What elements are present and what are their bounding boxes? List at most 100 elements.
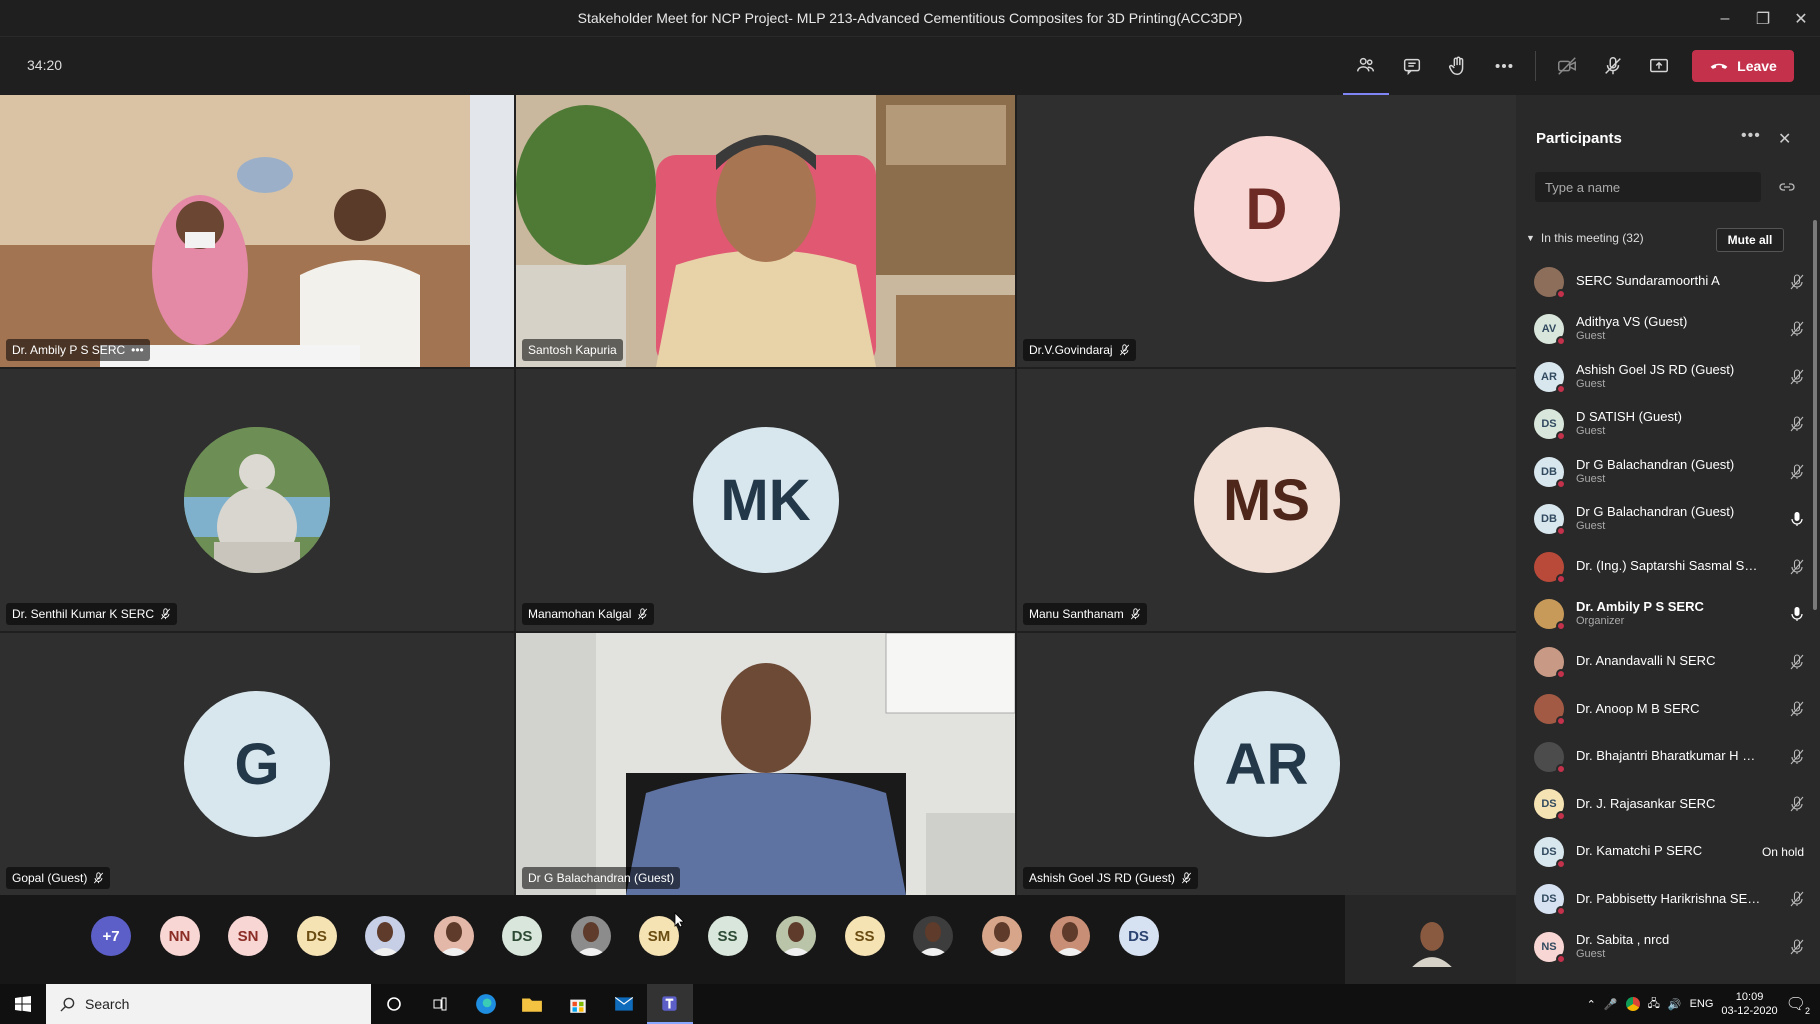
- participants-icon[interactable]: [1343, 37, 1389, 95]
- participant-status[interactable]: [1790, 369, 1804, 385]
- avatar-tile[interactable]: D Dr.V.Govindaraj: [1017, 95, 1516, 367]
- notification-icon[interactable]: 🗨 2: [1786, 994, 1810, 1016]
- participant-status[interactable]: [1790, 559, 1804, 575]
- participant-row[interactable]: AV Adithya VS (Guest) Guest: [1516, 306, 1816, 354]
- participant-status[interactable]: [1790, 464, 1804, 480]
- participant-row[interactable]: Dr. Bhajantri Bharatkumar H S...: [1516, 733, 1816, 781]
- share-screen-icon[interactable]: [1636, 37, 1682, 95]
- in-meeting-section[interactable]: ▼ In this meeting (32): [1526, 231, 1644, 245]
- participant-chip[interactable]: SS: [707, 916, 748, 956]
- participant-status[interactable]: On hold: [1762, 845, 1804, 859]
- participant-status[interactable]: [1790, 274, 1804, 290]
- participant-row[interactable]: SERC Sundaramoorthi A: [1516, 258, 1816, 306]
- participant-row[interactable]: Dr. (Ing.) Saptarshi Sasmal SE...: [1516, 543, 1816, 591]
- close-window-icon[interactable]: ✕: [1782, 0, 1820, 37]
- mic-off-icon[interactable]: [1590, 37, 1636, 95]
- participant-photo-chip[interactable]: [433, 916, 474, 956]
- participant-search-input[interactable]: [1535, 172, 1761, 202]
- panel-close-icon[interactable]: ✕: [1778, 129, 1791, 149]
- video-tile[interactable]: Santosh Kapuria: [516, 95, 1015, 367]
- mic-muted-icon: [1130, 608, 1140, 620]
- language-indicator[interactable]: ENG: [1690, 998, 1714, 1010]
- chat-icon[interactable]: [1389, 37, 1435, 95]
- teams-icon[interactable]: [647, 984, 693, 1024]
- avatar-initials: DS: [1541, 845, 1557, 858]
- raise-hand-icon[interactable]: [1435, 37, 1481, 95]
- leave-button[interactable]: Leave: [1692, 50, 1794, 82]
- minimize-icon[interactable]: –: [1706, 0, 1744, 37]
- panel-more-icon[interactable]: •••: [1741, 127, 1761, 145]
- participant-row[interactable]: DB Dr G Balachandran (Guest) Guest: [1516, 448, 1816, 496]
- task-view-icon[interactable]: [417, 984, 463, 1024]
- participant-photo-chip[interactable]: [913, 916, 953, 956]
- network-icon[interactable]: 🖧: [1648, 995, 1660, 1014]
- participant-chip[interactable]: DS: [502, 916, 542, 956]
- file-explorer-icon[interactable]: [509, 984, 555, 1024]
- edge-icon[interactable]: [463, 984, 509, 1024]
- participant-row[interactable]: DS Dr. J. Rajasankar SERC: [1516, 781, 1816, 829]
- mail-icon[interactable]: [601, 984, 647, 1024]
- participant-avatar: AV: [1534, 314, 1566, 347]
- participant-row[interactable]: DS D SATISH (Guest) Guest: [1516, 401, 1816, 449]
- participant-row[interactable]: AR Ashish Goel JS RD (Guest) Guest: [1516, 353, 1816, 401]
- microphone-icon[interactable]: 🎤: [1604, 998, 1618, 1011]
- mic-muted-icon: [1790, 796, 1804, 812]
- self-preview[interactable]: [1345, 895, 1516, 984]
- avatar-tile[interactable]: MK Manamohan Kalgal: [516, 369, 1015, 631]
- cortana-icon[interactable]: [371, 984, 417, 1024]
- participant-chip[interactable]: DS: [296, 916, 337, 956]
- participant-row[interactable]: Dr. Anandavalli N SERC: [1516, 638, 1816, 686]
- chrome-icon[interactable]: [1625, 997, 1640, 1011]
- participant-row[interactable]: NS Dr. Sabita , nrcd Guest: [1516, 923, 1816, 971]
- avatar-tile[interactable]: MS Manu Santhanam: [1017, 369, 1516, 631]
- participant-photo-chip[interactable]: [1050, 916, 1090, 956]
- participant-row[interactable]: Dr. Ambily P S SERC Organizer: [1516, 591, 1816, 639]
- participant-status[interactable]: [1790, 796, 1804, 812]
- camera-off-icon[interactable]: [1544, 37, 1590, 95]
- clock[interactable]: 10:09 03-12-2020: [1721, 990, 1777, 1019]
- participant-chip[interactable]: +7: [91, 916, 131, 956]
- participant-photo-chip[interactable]: [365, 916, 405, 956]
- chevron-up-icon[interactable]: ⌃: [1587, 998, 1596, 1011]
- participant-status[interactable]: [1790, 606, 1804, 622]
- participant-row[interactable]: DS Dr. Kamatchi P SERC On hold: [1516, 828, 1816, 876]
- restore-icon[interactable]: ❐: [1744, 0, 1782, 37]
- video-feed: [516, 633, 1015, 895]
- share-invite-icon[interactable]: [1778, 179, 1796, 195]
- scrollbar[interactable]: [1813, 220, 1817, 610]
- taskbar-search[interactable]: Search: [46, 984, 371, 1024]
- participant-role: Organizer: [1576, 615, 1625, 628]
- avatar-tile[interactable]: Dr. Senthil Kumar K SERC: [0, 369, 514, 631]
- more-options-icon[interactable]: •••: [131, 343, 144, 357]
- store-icon[interactable]: [555, 984, 601, 1024]
- participant-status[interactable]: [1790, 321, 1804, 337]
- participant-chip[interactable]: NN: [159, 916, 200, 956]
- video-tile[interactable]: Dr G Balachandran (Guest): [516, 633, 1015, 895]
- video-tile[interactable]: Dr. Ambily P S SERC •••: [0, 95, 514, 367]
- mute-all-button[interactable]: Mute all: [1716, 228, 1784, 252]
- participant-status[interactable]: [1790, 654, 1804, 670]
- participant-photo-chip[interactable]: [981, 916, 1022, 956]
- participant-status[interactable]: [1790, 416, 1804, 432]
- participant-avatar: DB: [1534, 456, 1566, 489]
- participant-status[interactable]: [1790, 749, 1804, 765]
- avatar-tile[interactable]: G Gopal (Guest): [0, 633, 514, 895]
- windows-start-icon[interactable]: [0, 984, 46, 1024]
- participant-photo-chip[interactable]: [776, 916, 816, 956]
- participant-chip[interactable]: SS: [844, 916, 885, 956]
- avatar-tile[interactable]: AR Ashish Goel JS RD (Guest): [1017, 633, 1516, 895]
- participant-row[interactable]: DB Dr G Balachandran (Guest) Guest: [1516, 496, 1816, 544]
- participant-chip[interactable]: SN: [228, 916, 268, 956]
- participant-row[interactable]: DS Dr. Pabbisetty Harikrishna SERC: [1516, 876, 1816, 924]
- volume-icon[interactable]: 🔊: [1668, 998, 1682, 1011]
- participant-status[interactable]: [1790, 511, 1804, 527]
- participant-status[interactable]: [1790, 701, 1804, 717]
- participant-row[interactable]: Dr. Anoop M B SERC: [1516, 686, 1816, 734]
- participant-chip[interactable]: DS: [1118, 916, 1159, 956]
- participant-photo-chip[interactable]: [570, 916, 611, 956]
- more-actions-icon[interactable]: [1481, 37, 1527, 95]
- participant-status[interactable]: [1790, 939, 1804, 955]
- on-hold-label: On hold: [1761, 844, 1804, 859]
- participant-chip[interactable]: SM: [639, 916, 679, 956]
- participant-status[interactable]: [1790, 891, 1804, 907]
